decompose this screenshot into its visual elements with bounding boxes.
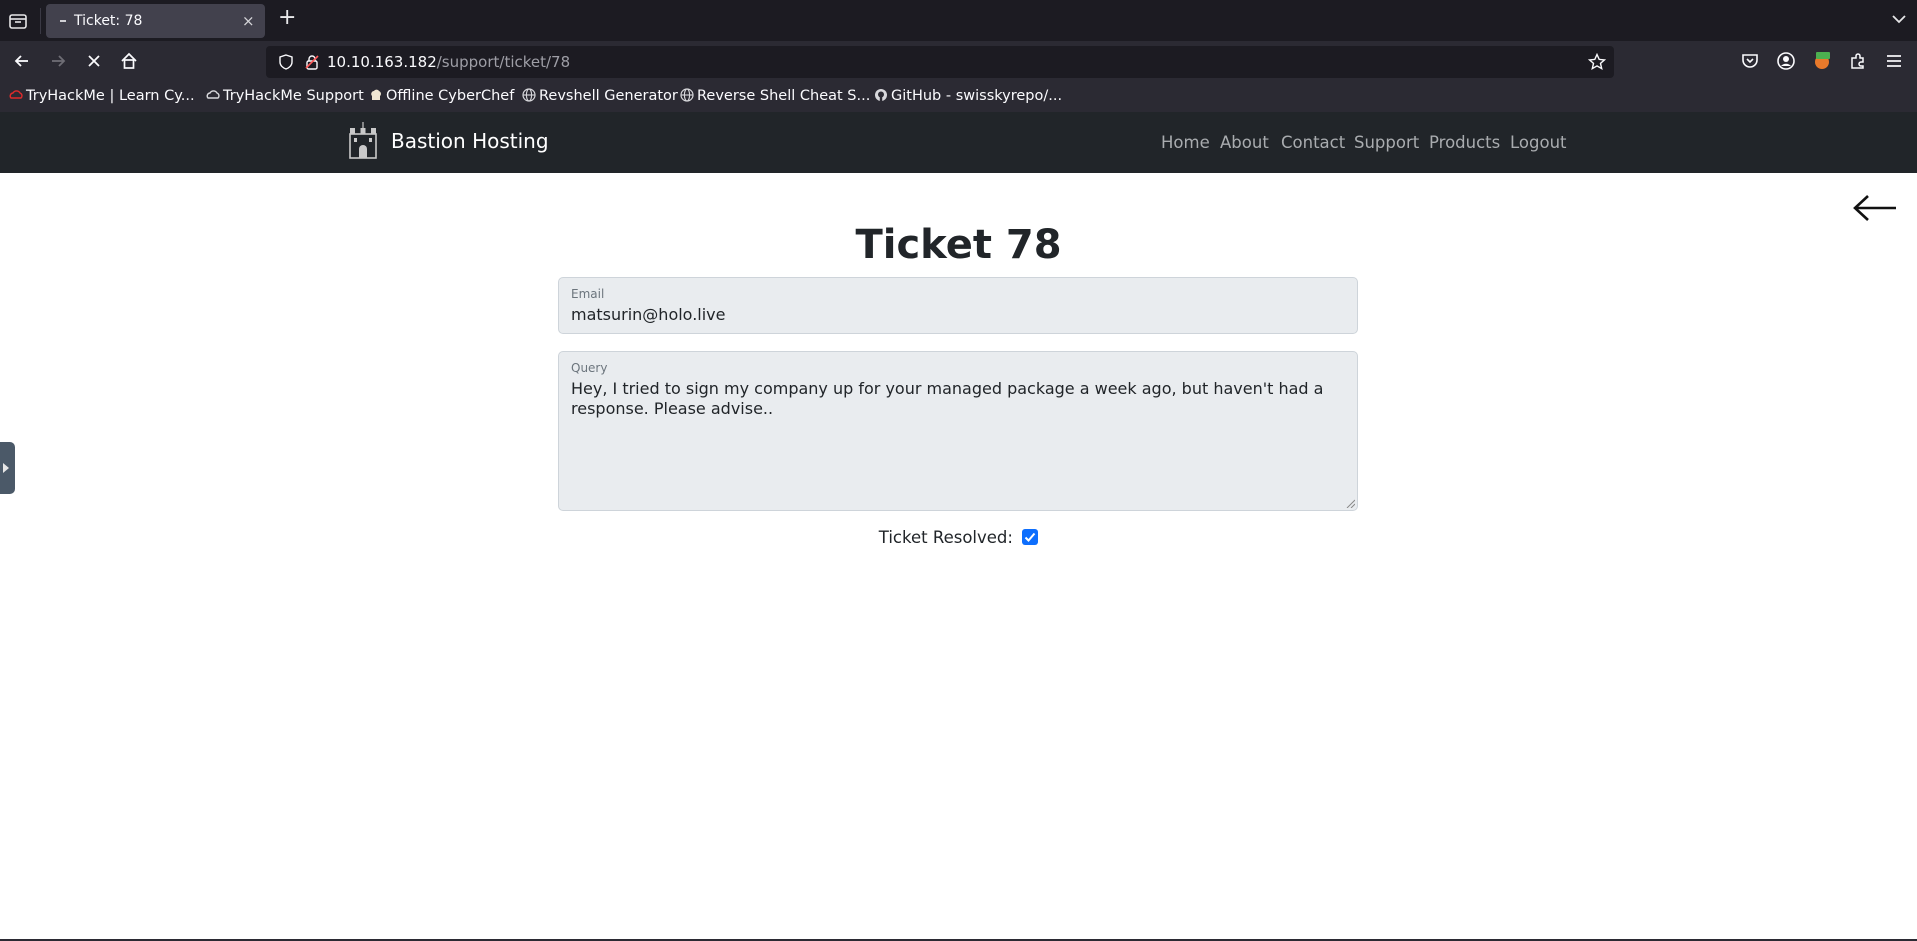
- checkmark-icon: [1024, 532, 1036, 542]
- resize-grip-icon[interactable]: [1345, 498, 1355, 508]
- site-navbar: Bastion Hosting Home About Contact Suppo…: [0, 112, 1917, 173]
- castle-logo-icon[interactable]: [347, 122, 379, 160]
- bookmark-star-icon[interactable]: [1588, 53, 1606, 71]
- hamburger-menu-icon[interactable]: [1884, 51, 1904, 71]
- extensions-puzzle-icon[interactable]: [1848, 51, 1868, 71]
- address-bar[interactable]: 10.10.163.182/support/ticket/78: [266, 46, 1614, 78]
- tryhackme-icon: [9, 90, 23, 99]
- cloud-icon: [206, 90, 220, 99]
- resolved-checkbox[interactable]: [1022, 529, 1039, 545]
- forward-arrow-icon[interactable]: [48, 51, 68, 71]
- bookmarks-bar: TryHackMe | Learn Cy... TryHackMe Suppor…: [0, 82, 1917, 112]
- tab-close-button[interactable]: ×: [242, 12, 255, 30]
- nav-support[interactable]: Support: [1354, 133, 1419, 152]
- bookmark-label: GitHub - swisskyrepo/...: [891, 88, 1063, 104]
- bookmark-reverse-shell-cheat[interactable]: Reverse Shell Cheat S...: [680, 88, 870, 104]
- back-arrow-icon[interactable]: [1852, 193, 1898, 223]
- bookmark-label: Reverse Shell Cheat S...: [697, 88, 871, 104]
- chef-hat-icon: [371, 89, 381, 100]
- home-icon[interactable]: [119, 51, 139, 71]
- globe-icon: [522, 88, 536, 102]
- bookmark-offline-cyberchef[interactable]: Offline CyberChef: [369, 88, 514, 104]
- tab-ticket[interactable]: Ticket: 78 ×: [46, 4, 265, 38]
- nav-home[interactable]: Home: [1161, 133, 1210, 152]
- account-icon[interactable]: [1776, 51, 1796, 71]
- email-field[interactable]: Email matsurin@holo.live: [558, 277, 1358, 334]
- url-host: 10.10.163.182: [327, 53, 437, 71]
- insecure-lock-icon[interactable]: [304, 54, 320, 70]
- bookmark-label: Offline CyberChef: [386, 88, 515, 104]
- nav-contact[interactable]: Contact: [1281, 133, 1345, 152]
- url-path: /support/ticket/78: [436, 53, 571, 71]
- bookmark-tryhackme-support[interactable]: TryHackMe Support: [206, 88, 364, 104]
- query-label: Query: [571, 361, 608, 375]
- resolved-label: Ticket Resolved:: [878, 528, 1013, 547]
- browser-tab-strip: Ticket: 78 × +: [0, 0, 1917, 41]
- pocket-icon[interactable]: [1740, 51, 1760, 71]
- tab-separator: [40, 8, 41, 34]
- sidebar-toggle-icon[interactable]: [8, 11, 28, 31]
- side-panel-handle[interactable]: [0, 442, 15, 494]
- loading-icon: [60, 20, 66, 22]
- bookmark-revshell-generator[interactable]: Revshell Generator: [522, 88, 678, 104]
- query-textarea[interactable]: Query Hey, I tried to sign my company up…: [558, 351, 1358, 511]
- bookmark-label: TryHackMe | Learn Cy...: [26, 88, 195, 104]
- bookmark-label: Revshell Generator: [539, 88, 678, 104]
- email-label: Email: [571, 287, 605, 301]
- new-tab-button[interactable]: +: [278, 7, 296, 29]
- ticket-resolved-row: Ticket Resolved:: [0, 528, 1917, 547]
- bookmark-label: TryHackMe Support: [223, 88, 364, 104]
- stop-loading-icon[interactable]: [84, 51, 104, 71]
- email-value: matsurin@holo.live: [571, 305, 726, 324]
- tab-title: Ticket: 78: [74, 13, 143, 29]
- query-value: Hey, I tried to sign my company up for y…: [571, 379, 1324, 418]
- back-arrow-icon[interactable]: [12, 51, 32, 71]
- burp-extension-icon[interactable]: [1812, 51, 1832, 71]
- tab-list-chevron-icon[interactable]: [1890, 10, 1908, 28]
- page-title: Ticket 78: [855, 222, 1062, 268]
- nav-about[interactable]: About: [1220, 133, 1269, 152]
- shield-icon[interactable]: [278, 54, 294, 70]
- url-text[interactable]: 10.10.163.182/support/ticket/78: [327, 53, 570, 71]
- nav-products[interactable]: Products: [1429, 133, 1500, 152]
- globe-icon: [680, 88, 694, 102]
- browser-toolbar: 10.10.163.182/support/ticket/78: [0, 41, 1917, 82]
- nav-logout[interactable]: Logout: [1510, 133, 1567, 152]
- expand-arrow-icon: [3, 463, 9, 473]
- github-icon: [875, 89, 887, 101]
- bookmark-tryhackme[interactable]: TryHackMe | Learn Cy...: [9, 88, 195, 104]
- bookmark-github-swisskyrepo[interactable]: GitHub - swisskyrepo/...: [874, 88, 1062, 104]
- brand-name[interactable]: Bastion Hosting: [391, 129, 549, 153]
